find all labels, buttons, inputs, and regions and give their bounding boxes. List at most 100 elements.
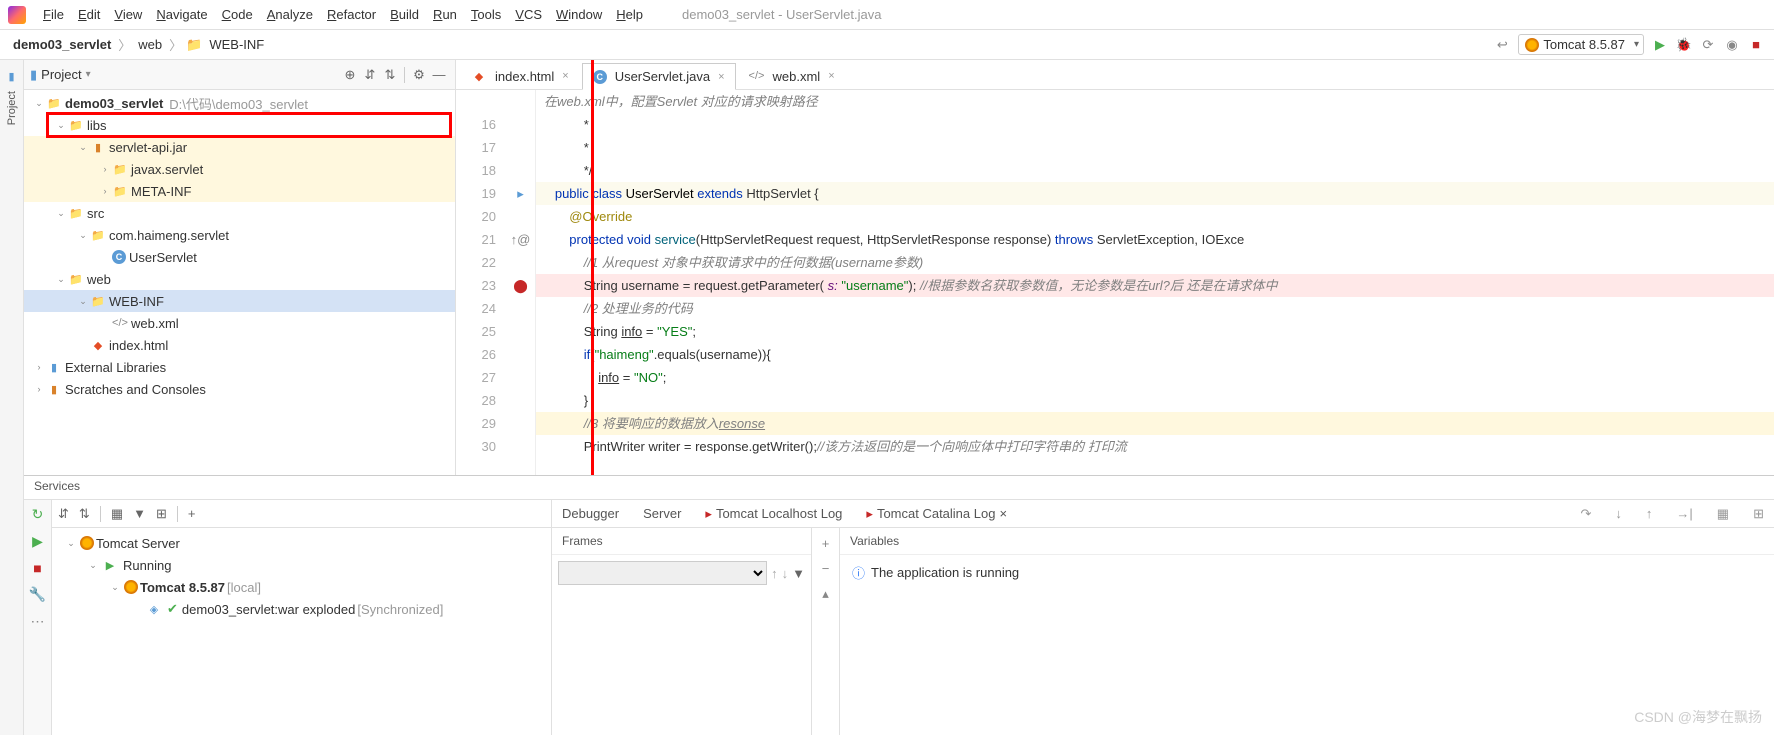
close-icon[interactable]: × — [999, 506, 1007, 521]
services-header[interactable]: Services — [24, 476, 1774, 500]
breadcrumb[interactable]: demo03_servlet〉 web〉 📁WEB-INF — [10, 35, 267, 54]
tree-item-userservlet[interactable]: C UserServlet — [24, 246, 455, 268]
back-arrow-icon[interactable]: ↩ — [1494, 37, 1510, 53]
remove-watch-icon[interactable]: − — [822, 561, 830, 576]
stop-icon[interactable]: ■ — [33, 560, 41, 576]
close-icon[interactable]: × — [828, 70, 834, 82]
marker-gutter: ▸↑@⬤ — [506, 90, 536, 475]
menu-window[interactable]: Window — [549, 4, 609, 25]
settings-icon[interactable]: ⚙ — [409, 67, 429, 83]
tree-item-index-html[interactable]: ◆ index.html — [24, 334, 455, 356]
collapse-icon[interactable]: ⇅ — [380, 67, 400, 83]
menu-help[interactable]: Help — [609, 4, 650, 25]
menu-build[interactable]: Build — [383, 4, 426, 25]
tree-item-meta-inf[interactable]: ›📁 META-INF — [24, 180, 455, 202]
menu-code[interactable]: Code — [215, 4, 260, 25]
menu-analyze[interactable]: Analyze — [260, 4, 320, 25]
tree-item-src[interactable]: ⌄📁 src — [24, 202, 455, 224]
evaluate-icon[interactable]: ▦ — [1717, 506, 1729, 522]
run-to-cursor-icon[interactable]: →| — [1676, 506, 1692, 521]
project-tool-icon[interactable]: ▮ — [8, 70, 14, 83]
step-out-icon[interactable]: ↑ — [1646, 506, 1653, 521]
tree-root[interactable]: ⌄📁demo03_servletD:\代码\demo03_servlet — [24, 92, 455, 114]
tree-item-com-haimeng-servlet[interactable]: ⌄📁 com.haimeng.servlet — [24, 224, 455, 246]
code-content[interactable]: 在web.xml中，配置Servlet 对应的请求映射路径 * * */ pub… — [536, 90, 1774, 475]
view-icon[interactable]: ⊞ — [156, 506, 167, 522]
tab-web-xml[interactable]: </>web.xml× — [738, 62, 846, 89]
tab-debugger[interactable]: Debugger — [562, 506, 619, 521]
svc-tomcat-8-5-87[interactable]: ⌄ Tomcat 8.5.87 [local] — [52, 576, 551, 598]
project-tree[interactable]: ⌄📁demo03_servletD:\代码\demo03_servlet⌄📁 l… — [24, 90, 455, 475]
tree-item-javax-servlet[interactable]: ›📁 javax.servlet — [24, 158, 455, 180]
tree-item-servlet-api-jar[interactable]: ⌄▮ servlet-api.jar — [24, 136, 455, 158]
tab-UserServlet-java[interactable]: CUserServlet.java× — [582, 63, 736, 90]
stop-icon[interactable]: ■ — [1748, 37, 1764, 53]
info-icon: ⓘ — [852, 563, 865, 582]
close-icon[interactable]: × — [718, 71, 724, 83]
profile-icon[interactable]: ◉ — [1724, 37, 1740, 53]
tab-server[interactable]: Server — [643, 506, 681, 521]
toolbar: demo03_servlet〉 web〉 📁WEB-INF ↩ Tomcat 8… — [0, 30, 1774, 60]
group-icon[interactable]: ▦ — [111, 506, 123, 522]
next-frame-icon[interactable]: ↓ — [782, 566, 789, 581]
menu-tools[interactable]: Tools — [464, 4, 508, 25]
filter-frames-icon[interactable]: ▼ — [792, 566, 805, 581]
layout-icon[interactable]: ⊞ — [1753, 506, 1764, 522]
menu-file[interactable]: File — [36, 4, 71, 25]
menu-refactor[interactable]: Refactor — [320, 4, 383, 25]
add-icon[interactable]: + — [188, 506, 196, 521]
locate-icon[interactable]: ⊕ — [340, 67, 360, 83]
menu-run[interactable]: Run — [426, 4, 464, 25]
menu-vcs[interactable]: VCS — [508, 4, 549, 25]
tab-localhost-log[interactable]: ▸Tomcat Localhost Log — [705, 506, 842, 522]
tree-item-web-xml[interactable]: </> web.xml — [24, 312, 455, 334]
more-icon[interactable]: ⋯ — [31, 613, 45, 630]
tree-item-web-inf[interactable]: ⌄📁 WEB-INF — [24, 290, 455, 312]
close-icon[interactable]: × — [562, 70, 568, 82]
add-watch-icon[interactable]: + — [822, 536, 830, 551]
thread-selector[interactable] — [558, 561, 767, 585]
tree-scratches[interactable]: ›▮ Scratches and Consoles — [24, 378, 455, 400]
run-config-selector[interactable]: Tomcat 8.5.87 — [1518, 34, 1644, 55]
run-icon[interactable]: ▶ — [1652, 37, 1668, 53]
services-toolbar: ⇵ ⇅ ▦ ▼ ⊞ + — [52, 500, 551, 528]
watermark: CSDN @海梦在飘扬 — [1634, 707, 1762, 727]
svc-demo03-servlet-war-exploded[interactable]: ◈ ✔demo03_servlet:war exploded [Synchron… — [52, 598, 551, 620]
tomcat-icon — [1525, 38, 1539, 52]
coverage-icon[interactable]: ⟳ — [1700, 37, 1716, 53]
frames-panel: Frames ↑ ↓ ▼ — [552, 528, 812, 735]
svc-running[interactable]: ⌄▶ Running — [52, 554, 551, 576]
step-over-icon[interactable]: ↷ — [1581, 506, 1592, 522]
menu-view[interactable]: View — [107, 4, 149, 25]
hide-icon[interactable]: — — [429, 67, 449, 82]
run-icon[interactable]: ▶ — [32, 533, 43, 550]
project-panel-header: ▮ Project ▾ ⊕ ⇵ ⇅ ⚙ — — [24, 60, 455, 90]
code-editor[interactable]: 161718192021222324252627282930 ▸↑@⬤ 在web… — [456, 90, 1774, 475]
up-icon[interactable]: ▴ — [822, 586, 829, 602]
project-tool-label[interactable]: Project — [6, 91, 18, 125]
debug-icon[interactable]: 🐞 — [1676, 37, 1692, 53]
filter-icon[interactable]: ▼ — [133, 506, 146, 521]
expand-icon[interactable]: ⇵ — [360, 67, 380, 83]
variables-panel: Variables ⓘ The application is running — [840, 528, 1774, 735]
expand-all-icon[interactable]: ⇵ — [58, 506, 69, 522]
line-gutter: 161718192021222324252627282930 — [456, 90, 506, 475]
debug-icon[interactable]: 🔧 — [29, 586, 46, 603]
tab-index-html[interactable]: ◆index.html× — [460, 62, 580, 89]
status-message: The application is running — [871, 565, 1019, 580]
tab-catalina-log[interactable]: ▸Tomcat Catalina Log× — [866, 506, 1007, 522]
tree-item-web[interactable]: ⌄📁 web — [24, 268, 455, 290]
project-view-icon: ▮ — [30, 67, 37, 83]
menu-navigate[interactable]: Navigate — [149, 4, 214, 25]
step-into-icon[interactable]: ↓ — [1615, 506, 1622, 521]
menu-edit[interactable]: Edit — [71, 4, 107, 25]
editor-tabs: ◆index.html×CUserServlet.java×</>web.xml… — [456, 60, 1774, 90]
frames-label: Frames — [552, 528, 811, 555]
tree-ext_libs[interactable]: ›▮ External Libraries — [24, 356, 455, 378]
svc-tomcat-server[interactable]: ⌄ Tomcat Server — [52, 532, 551, 554]
collapse-all-icon[interactable]: ⇅ — [79, 506, 90, 522]
services-tree[interactable]: ⌄ Tomcat Server⌄▶ Running⌄ Tomcat 8.5.87… — [52, 528, 551, 735]
prev-frame-icon[interactable]: ↑ — [771, 566, 778, 581]
rerun-icon[interactable]: ↻ — [32, 506, 44, 523]
tree-item-libs[interactable]: ⌄📁 libs — [24, 114, 455, 136]
